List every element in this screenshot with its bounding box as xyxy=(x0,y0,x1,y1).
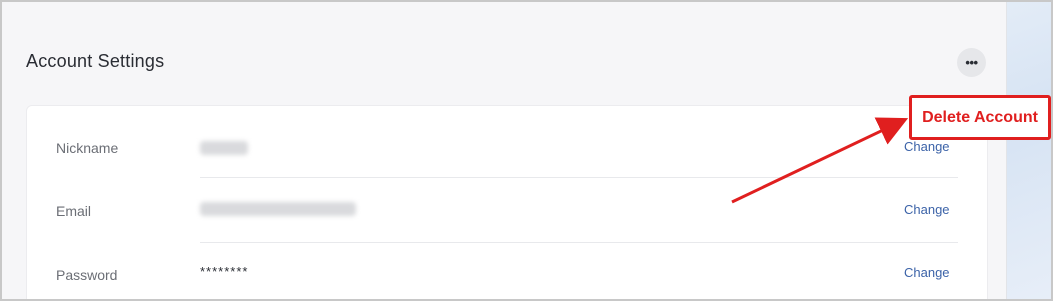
password-value: ******** xyxy=(200,264,249,279)
account-settings-card xyxy=(26,105,988,299)
change-password-link[interactable]: Change xyxy=(904,265,950,280)
more-options-button[interactable]: ••• xyxy=(957,48,986,77)
delete-account-label: Delete Account xyxy=(922,108,1038,126)
row-divider xyxy=(200,242,958,243)
side-panel-edge xyxy=(1006,2,1051,299)
screenshot-frame: Account Settings ••• Nickname Change Ema… xyxy=(0,0,1053,301)
more-horizontal-icon: ••• xyxy=(965,55,978,70)
change-email-link[interactable]: Change xyxy=(904,202,950,217)
email-label: Email xyxy=(56,203,92,219)
page-title: Account Settings xyxy=(26,51,165,71)
row-divider xyxy=(200,177,958,178)
email-value-redacted xyxy=(200,202,356,216)
change-nickname-link[interactable]: Change xyxy=(904,139,950,154)
nickname-label: Nickname xyxy=(56,140,119,156)
nickname-value-redacted xyxy=(200,141,248,155)
password-label: Password xyxy=(56,267,118,283)
delete-account-callout[interactable]: Delete Account xyxy=(909,95,1051,140)
